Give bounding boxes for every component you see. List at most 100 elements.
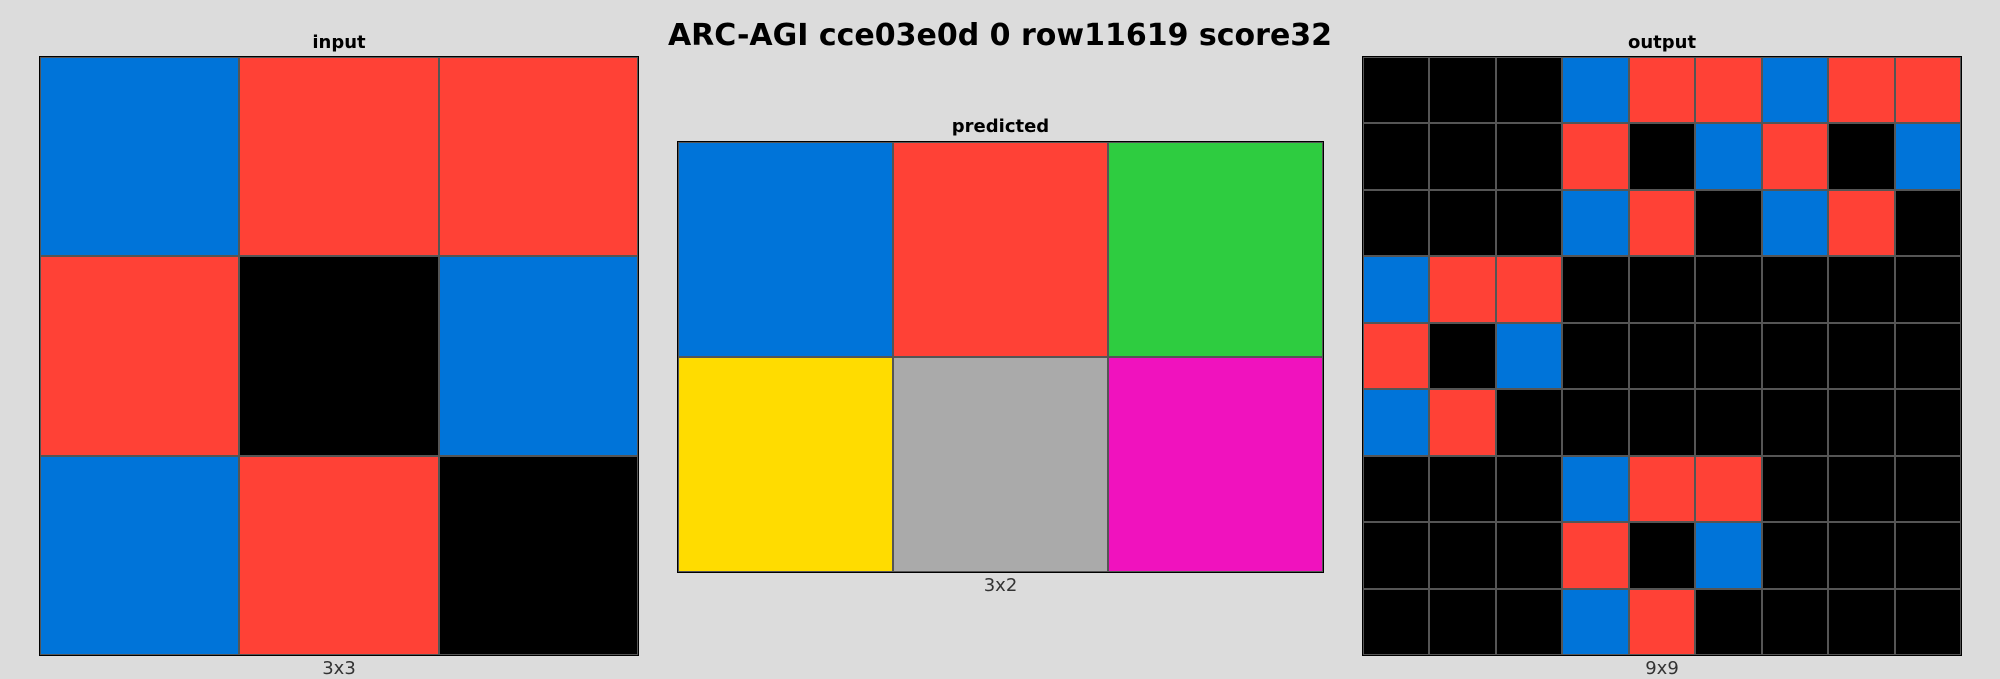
- output-cell: [1628, 389, 1696, 456]
- output-cell: [1628, 189, 1696, 257]
- input-cell: [40, 455, 240, 655]
- predicted-label: predicted: [951, 116, 1050, 137]
- output-cell: [1828, 322, 1895, 390]
- predicted-dims-label: 3x2: [983, 575, 1018, 596]
- output-cell: [1562, 455, 1629, 523]
- output-cell: [1894, 455, 1961, 523]
- output-cell: [1495, 322, 1563, 390]
- output-cell: [1695, 455, 1762, 523]
- output-cell: [1828, 455, 1895, 523]
- output-grid: [1362, 56, 1962, 656]
- output-cell: [1562, 189, 1629, 257]
- input-cell: [40, 256, 240, 456]
- output-cell: [1363, 522, 1430, 589]
- output-cell: [1628, 57, 1696, 124]
- output-cell: [1429, 522, 1496, 589]
- input-dims-label: 3x3: [322, 658, 356, 679]
- output-cell: [1761, 57, 1829, 124]
- output-cell: [1363, 588, 1430, 655]
- output-cell: [1828, 522, 1895, 589]
- output-cell: [1429, 322, 1496, 390]
- predicted-cell: [678, 357, 893, 572]
- output-cell: [1761, 256, 1829, 323]
- output-cell: [1828, 123, 1895, 190]
- output-cell: [1363, 389, 1430, 456]
- output-cell: [1628, 588, 1696, 655]
- output-cell: [1429, 588, 1496, 655]
- output-cell: [1695, 57, 1762, 124]
- input-cell: [438, 256, 638, 456]
- output-cell: [1429, 57, 1496, 124]
- input-cell: [40, 57, 240, 257]
- output-cell: [1761, 389, 1829, 456]
- output-cell: [1429, 123, 1496, 190]
- output-cell: [1562, 588, 1629, 655]
- output-cell: [1894, 588, 1961, 655]
- output-cell: [1628, 522, 1696, 589]
- output-cell: [1695, 522, 1762, 589]
- output-cell: [1363, 57, 1430, 124]
- predicted-grid: [677, 141, 1324, 573]
- output-cell: [1562, 57, 1629, 124]
- output-cell: [1628, 322, 1696, 390]
- output-cell: [1894, 322, 1961, 390]
- output-cell: [1628, 256, 1696, 323]
- output-cell: [1562, 256, 1629, 323]
- output-cell: [1828, 389, 1895, 456]
- output-cell: [1562, 522, 1629, 589]
- output-cell: [1894, 123, 1961, 190]
- output-cell: [1562, 123, 1629, 190]
- output-label: output: [1627, 32, 1697, 53]
- input-cell: [239, 256, 439, 456]
- output-cell: [1894, 256, 1961, 323]
- output-cell: [1363, 455, 1430, 523]
- output-cell: [1894, 522, 1961, 589]
- output-cell: [1495, 455, 1563, 523]
- output-cell: [1828, 57, 1895, 124]
- output-cell: [1495, 189, 1563, 257]
- predicted-cell: [893, 357, 1108, 572]
- output-cell: [1495, 522, 1563, 589]
- output-cell: [1363, 256, 1430, 323]
- output-cell: [1363, 322, 1430, 390]
- output-cell: [1761, 123, 1829, 190]
- output-cell: [1761, 522, 1829, 589]
- output-cell: [1761, 189, 1829, 257]
- predicted-cell: [1108, 142, 1323, 357]
- output-cell: [1695, 588, 1762, 655]
- predicted-cell: [893, 142, 1108, 357]
- output-cell: [1761, 588, 1829, 655]
- output-cell: [1495, 389, 1563, 456]
- output-cell: [1695, 389, 1762, 456]
- output-cell: [1562, 389, 1629, 456]
- output-cell: [1495, 256, 1563, 323]
- output-cell: [1628, 455, 1696, 523]
- output-cell: [1828, 189, 1895, 257]
- output-cell: [1894, 189, 1961, 257]
- output-cell: [1363, 123, 1430, 190]
- output-cell: [1562, 322, 1629, 390]
- output-cell: [1429, 455, 1496, 523]
- output-cell: [1495, 123, 1563, 190]
- output-cell: [1363, 189, 1430, 257]
- output-cell: [1695, 256, 1762, 323]
- output-cell: [1761, 322, 1829, 390]
- output-dims-label: 9x9: [1645, 658, 1679, 679]
- output-cell: [1429, 389, 1496, 456]
- output-cell: [1761, 455, 1829, 523]
- input-cell: [438, 57, 638, 257]
- output-cell: [1695, 189, 1762, 257]
- output-cell: [1894, 389, 1961, 456]
- output-cell: [1495, 588, 1563, 655]
- output-cell: [1695, 123, 1762, 190]
- output-cell: [1495, 57, 1563, 124]
- predicted-cell: [1108, 357, 1323, 572]
- output-cell: [1828, 588, 1895, 655]
- output-cell: [1429, 256, 1496, 323]
- output-cell: [1628, 123, 1696, 190]
- output-cell: [1828, 256, 1895, 323]
- output-cell: [1894, 57, 1961, 124]
- input-label: input: [312, 32, 366, 53]
- input-grid: [39, 56, 639, 656]
- input-cell: [438, 455, 638, 655]
